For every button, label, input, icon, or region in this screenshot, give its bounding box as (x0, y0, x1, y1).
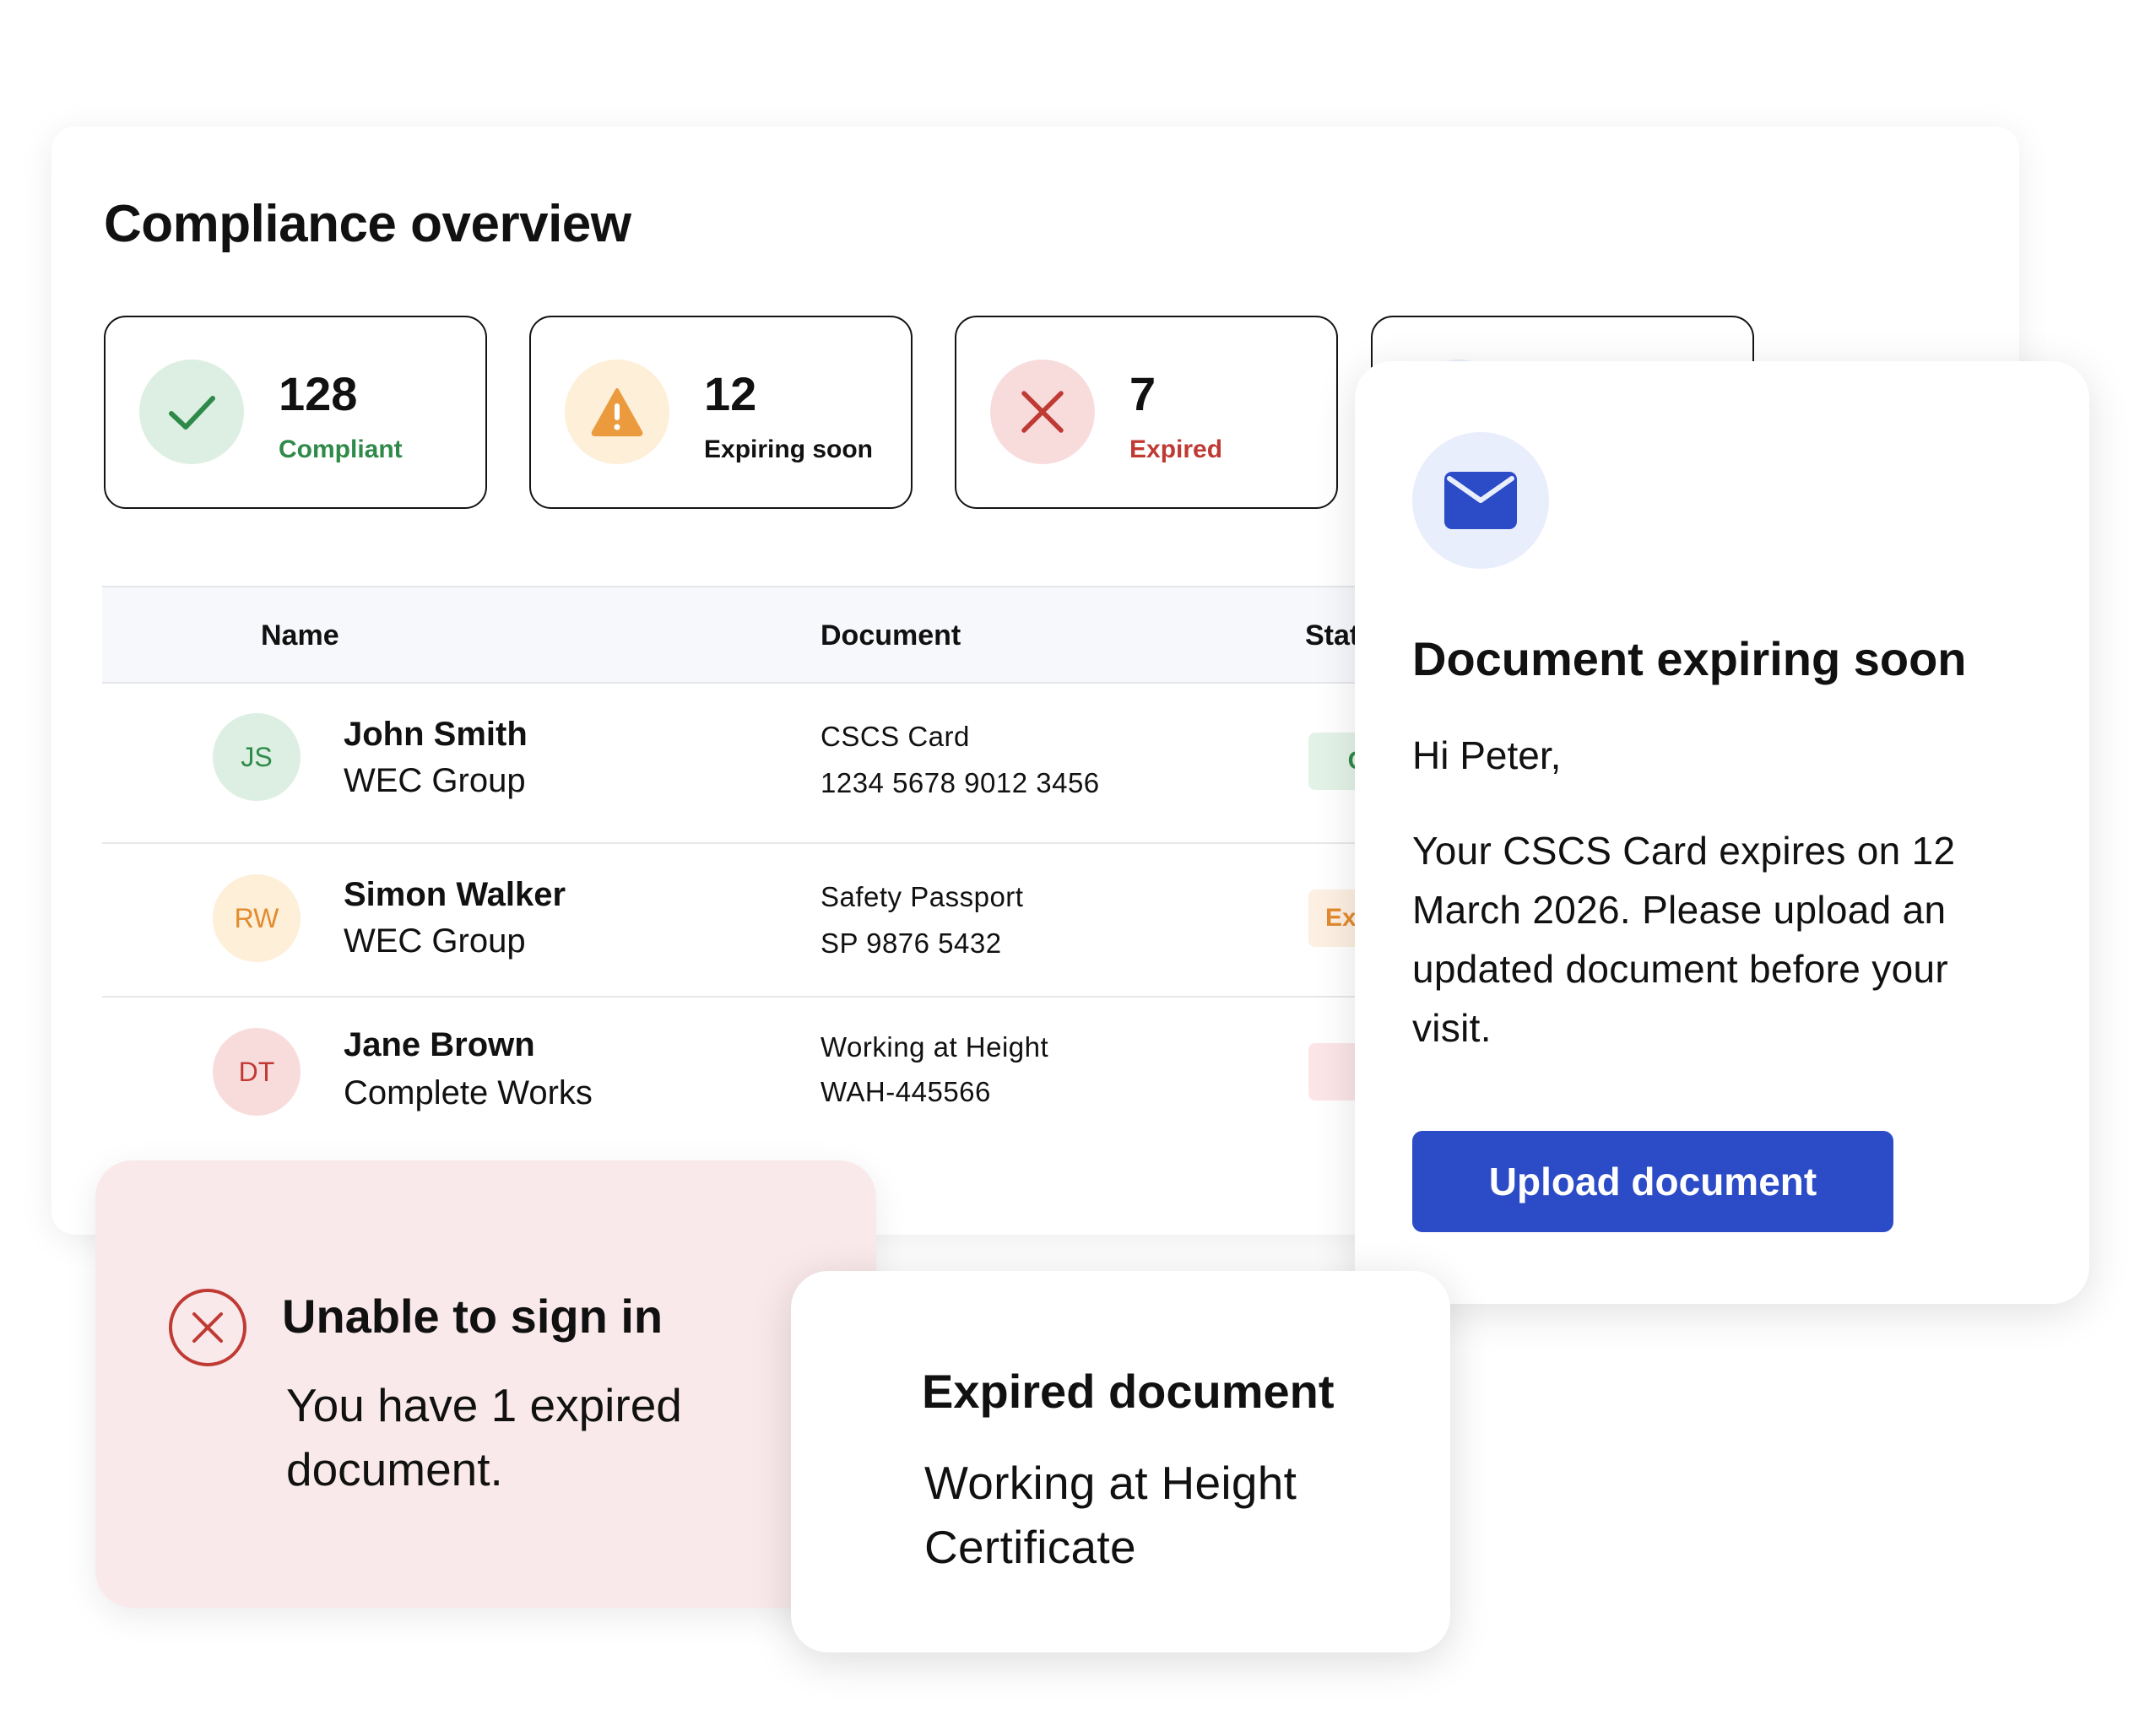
upload-document-button[interactable]: Upload document (1412, 1131, 1893, 1232)
stat-card-compliant[interactable]: 128 Compliant (104, 316, 487, 509)
column-header-document[interactable]: Document (821, 619, 961, 652)
check-icon (139, 360, 244, 464)
email-body: Your CSCS Card expires on 12 March 2026.… (1412, 829, 1956, 1050)
document-number: 1234 5678 9012 3456 (821, 767, 1100, 798)
error-title: Unable to sign in (282, 1290, 663, 1343)
signin-error-card: Unable to sign in You have 1 expired doc… (95, 1160, 876, 1608)
column-header-name[interactable]: Name (261, 619, 339, 652)
stat-value: 128 (279, 367, 358, 420)
document-number: WAH-445566 (821, 1076, 991, 1107)
person-company: WEC Group (344, 762, 526, 799)
stat-card-expired[interactable]: 7 Expired (955, 316, 1338, 509)
stat-value: 12 (704, 367, 757, 420)
close-icon (990, 360, 1095, 464)
email-notification-card: Document expiring soon Hi Peter, Your CS… (1355, 361, 2089, 1304)
error-circle-icon (169, 1289, 246, 1366)
email-title: Document expiring soon (1412, 632, 1967, 685)
stat-label: Expired (1129, 435, 1223, 463)
stat-card-expiring[interactable]: 12 Expiring soon (529, 316, 913, 509)
mail-icon (1412, 432, 1549, 569)
error-message: You have 1 expired document. (286, 1379, 682, 1495)
person-name: Jane Brown (344, 1026, 535, 1063)
warning-icon (565, 360, 669, 464)
person-name: Simon Walker (344, 876, 566, 913)
stat-label: Compliant (279, 435, 403, 463)
document-name: Safety Passport (821, 881, 1024, 912)
avatar: JS (213, 713, 301, 801)
document-name: Working at Height (821, 1031, 1049, 1063)
stage: Compliance overview 128 Compliant 12 Exp… (0, 0, 2134, 1736)
document-name: CSCS Card (821, 721, 970, 752)
expired-title: Expired document (922, 1365, 1335, 1418)
document-number: SP 9876 5432 (821, 927, 1002, 959)
stat-value: 7 (1129, 367, 1156, 420)
expired-document-card: Expired document Working at Height Certi… (791, 1271, 1450, 1652)
email-greeting: Hi Peter, (1412, 733, 1562, 777)
stat-label: Expiring soon (704, 435, 874, 463)
person-company: WEC Group (344, 922, 526, 960)
avatar: RW (213, 874, 301, 962)
page-title: Compliance overview (104, 195, 631, 253)
person-name: John Smith (344, 716, 528, 753)
person-company: Complete Works (344, 1074, 593, 1111)
avatar: DT (213, 1028, 301, 1116)
expired-document-name: Working at Height Certificate (924, 1457, 1297, 1573)
